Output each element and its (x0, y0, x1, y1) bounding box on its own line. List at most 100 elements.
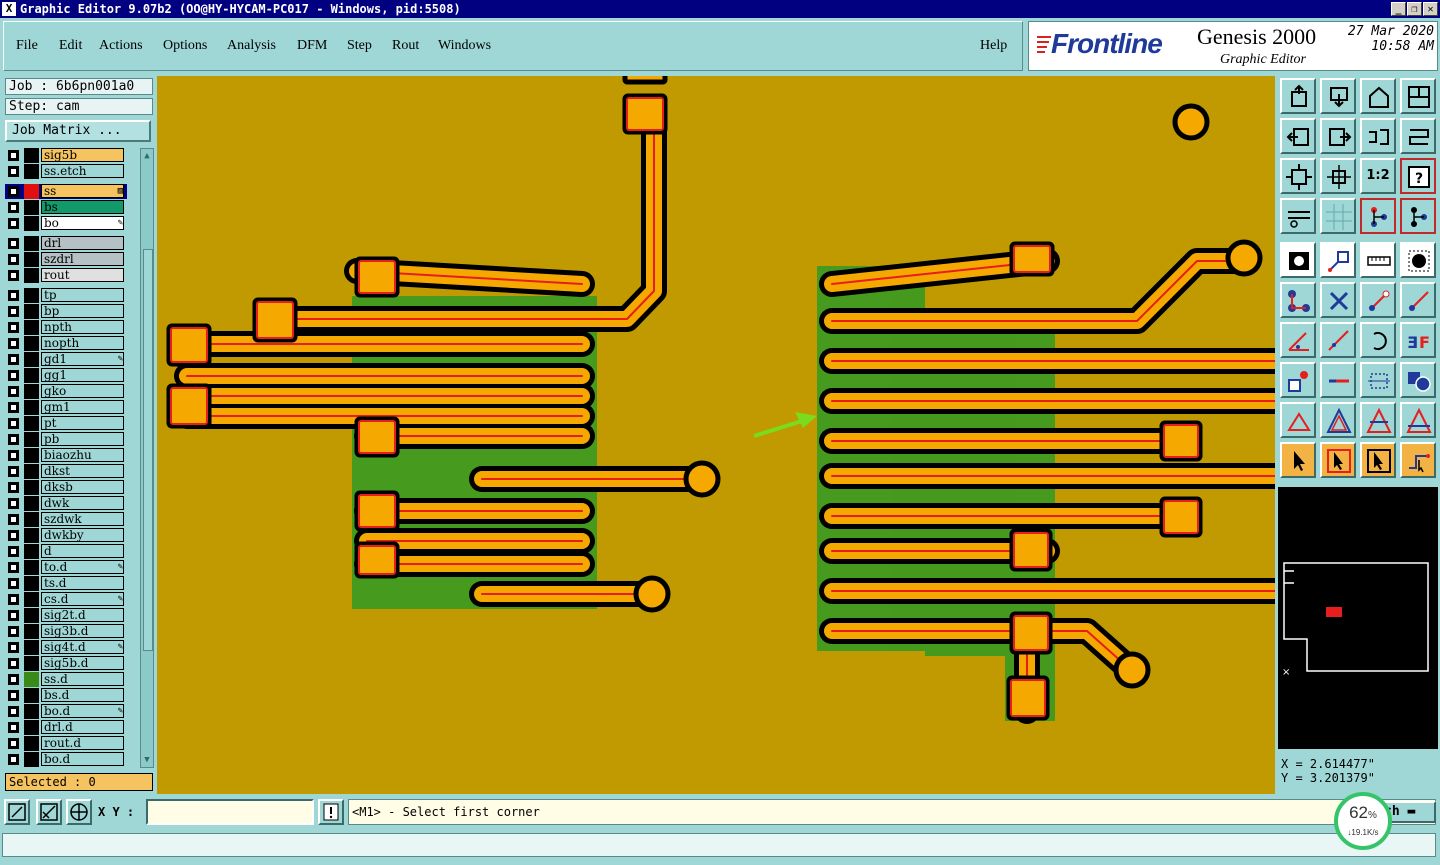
zoom-ratio-button[interactable]: 1:2 (1360, 158, 1396, 194)
layer-color-swatch[interactable] (24, 752, 39, 767)
layer-checkbox[interactable] (8, 150, 19, 161)
layer-name[interactable]: szdwk (41, 512, 124, 526)
layer-row[interactable]: ss.etch (5, 164, 127, 179)
layer-checkbox[interactable] (8, 530, 19, 541)
pan-left-icon[interactable] (1280, 118, 1316, 154)
layer-row[interactable]: szdwk (5, 512, 127, 527)
layer-color-swatch[interactable] (24, 432, 39, 447)
layer-color-swatch[interactable] (24, 400, 39, 415)
layer-color-swatch[interactable] (24, 184, 39, 199)
measure-tool-icon[interactable] (1280, 198, 1316, 234)
xy-input[interactable] (146, 799, 314, 825)
layer-color-swatch[interactable] (24, 384, 39, 399)
layer-row[interactable]: sig4t.d ✎ (5, 640, 127, 655)
layer-name[interactable]: dwk (41, 496, 124, 510)
layer-name[interactable]: bs.d (41, 688, 124, 702)
minimize-button[interactable]: _ (1391, 2, 1406, 16)
layer-row[interactable]: ss ▨ (5, 184, 127, 199)
graphic-canvas[interactable] (157, 76, 1275, 794)
layer-row[interactable]: ss.d (5, 672, 127, 687)
layer-checkbox[interactable] (8, 166, 19, 177)
layer-color-swatch[interactable] (24, 252, 39, 267)
select-feature-icon[interactable] (1360, 442, 1396, 478)
layer-color-swatch[interactable] (24, 640, 39, 655)
layer-checkbox[interactable] (8, 706, 19, 717)
triangle-icon[interactable] (1320, 402, 1356, 438)
layer-scrollbar[interactable]: ▲ ▼ (140, 148, 154, 768)
layer-row[interactable]: gm1 (5, 400, 127, 415)
layer-name[interactable]: rout.d (41, 736, 124, 750)
zoom-area-icon[interactable] (4, 799, 30, 825)
layer-name[interactable]: d (41, 544, 124, 558)
layer-row[interactable]: drl.d (5, 720, 127, 735)
layer-color-swatch[interactable] (24, 216, 39, 231)
mirror-text-icon[interactable]: ƎF (1400, 322, 1436, 358)
round-pad-icon[interactable] (1400, 242, 1436, 278)
layer-checkbox[interactable] (8, 450, 19, 461)
layer-color-swatch[interactable] (24, 464, 39, 479)
layer-checkbox[interactable] (8, 514, 19, 525)
layer-row[interactable]: bs.d (5, 688, 127, 703)
arc-icon[interactable] (1360, 322, 1396, 358)
layer-color-swatch[interactable] (24, 236, 39, 251)
layer-row[interactable]: nopth (5, 336, 127, 351)
layer-color-swatch[interactable] (24, 704, 39, 719)
layer-color-swatch[interactable] (24, 164, 39, 179)
layer-name[interactable]: gko (41, 384, 124, 398)
layer-row[interactable]: npth (5, 320, 127, 335)
layer-name[interactable]: dkst (41, 464, 124, 478)
snake-view-icon[interactable] (1400, 118, 1436, 154)
layer-name[interactable]: tp (41, 288, 124, 302)
layer-checkbox[interactable] (8, 322, 19, 333)
layer-checkbox[interactable] (8, 370, 19, 381)
layer-color-swatch[interactable] (24, 368, 39, 383)
layer-checkbox[interactable] (8, 338, 19, 349)
layer-row[interactable]: bo.d ✎ (5, 704, 127, 719)
layer-name[interactable]: ss.d (41, 672, 124, 686)
cross-icon[interactable] (1320, 282, 1356, 318)
layer-row[interactable]: sig5b (5, 148, 127, 163)
layer-color-swatch[interactable] (24, 480, 39, 495)
layer-checkbox[interactable] (8, 754, 19, 765)
triangle-frame-icon[interactable] (1360, 402, 1396, 438)
layer-color-swatch[interactable] (24, 576, 39, 591)
layer-checkbox[interactable] (8, 626, 19, 637)
layer-row[interactable]: d (5, 544, 127, 559)
layer-row[interactable]: pt (5, 416, 127, 431)
layer-name[interactable]: npth (41, 320, 124, 334)
menu-windows[interactable]: Windows (438, 38, 491, 54)
layer-row[interactable]: bo.d (5, 752, 127, 767)
home-view-icon[interactable] (1360, 78, 1396, 114)
net-highlight-icon[interactable] (1360, 198, 1396, 234)
zoom-down-icon[interactable] (1320, 78, 1356, 114)
layer-checkbox[interactable] (8, 186, 19, 197)
layer-name[interactable]: biaozhu (41, 448, 124, 462)
layer-checkbox[interactable] (8, 546, 19, 557)
overview-map[interactable]: × (1278, 487, 1438, 749)
layer-name[interactable]: pb (41, 432, 124, 446)
zoom-center-icon[interactable] (1320, 158, 1356, 194)
layer-row[interactable]: tp (5, 288, 127, 303)
layer-row[interactable]: drl (5, 236, 127, 251)
layer-color-swatch[interactable] (24, 320, 39, 335)
layer-checkbox[interactable] (8, 642, 19, 653)
pan-right-icon[interactable] (1320, 118, 1356, 154)
layer-row[interactable]: gg1 (5, 368, 127, 383)
layer-name[interactable]: bo.d (41, 704, 124, 718)
layer-name[interactable]: gd1 (41, 352, 124, 366)
slope-line-icon[interactable] (1320, 322, 1356, 358)
select-pointer-icon[interactable] (1280, 442, 1316, 478)
menu-file[interactable]: File (16, 38, 38, 54)
layer-name[interactable]: ss (41, 184, 124, 198)
layer-color-swatch[interactable] (24, 688, 39, 703)
job-matrix-button[interactable]: Job Matrix ... (5, 120, 151, 142)
layer-color-swatch[interactable] (24, 608, 39, 623)
network-meter[interactable]: 62% ↓19.1K/s (1334, 792, 1392, 850)
layer-checkbox[interactable] (8, 254, 19, 265)
layer-checkbox[interactable] (8, 578, 19, 589)
line-draw-icon[interactable] (1320, 242, 1356, 278)
layer-row[interactable]: rout.d (5, 736, 127, 751)
layer-color-swatch[interactable] (24, 736, 39, 751)
layer-checkbox[interactable] (8, 674, 19, 685)
layer-row[interactable]: bp (5, 304, 127, 319)
